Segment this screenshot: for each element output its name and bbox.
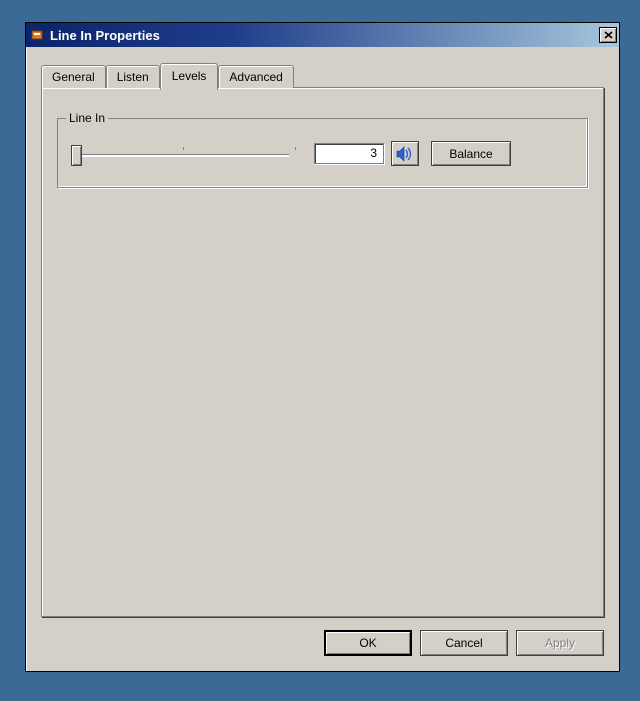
close-icon (604, 31, 613, 39)
tab-area: General Listen Levels Advanced Line In 3 (41, 61, 604, 615)
speaker-icon (396, 146, 414, 162)
close-button[interactable] (599, 27, 617, 43)
balance-button[interactable]: Balance (431, 141, 511, 166)
titlebar[interactable]: Line In Properties (26, 23, 619, 47)
properties-window: Line In Properties General Listen Levels… (25, 22, 620, 672)
window-icon (30, 27, 46, 43)
cancel-button[interactable]: Cancel (420, 630, 508, 656)
apply-button: Apply (516, 630, 604, 656)
mute-button[interactable] (391, 141, 419, 166)
group-label: Line In (66, 111, 108, 125)
tabs-row: General Listen Levels Advanced (41, 61, 604, 87)
tab-listen[interactable]: Listen (106, 65, 160, 88)
slider-track (76, 154, 289, 157)
volume-value[interactable]: 3 (314, 143, 384, 164)
tab-general[interactable]: General (41, 65, 106, 88)
dialog-buttons: OK Cancel Apply (324, 630, 604, 656)
ok-button[interactable]: OK (324, 630, 412, 656)
volume-slider[interactable] (70, 141, 295, 167)
window-title: Line In Properties (50, 28, 599, 43)
line-in-group: Line In 3 Balance (57, 118, 588, 188)
slider-thumb[interactable] (71, 145, 82, 166)
tab-levels[interactable]: Levels (160, 63, 219, 90)
tab-advanced[interactable]: Advanced (218, 65, 293, 88)
tab-panel-levels: Line In 3 Balance (41, 87, 604, 617)
